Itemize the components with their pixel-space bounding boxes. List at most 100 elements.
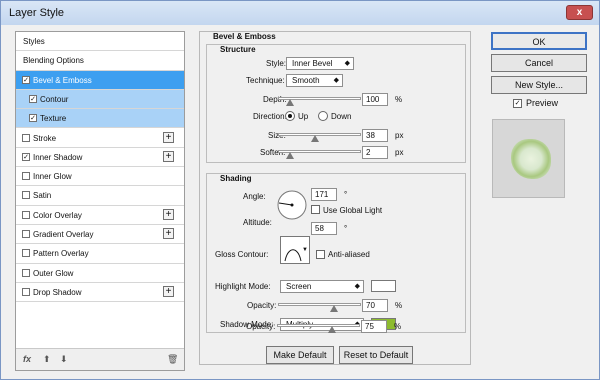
depth-input[interactable]: 100: [362, 93, 388, 106]
preview-thumbnail: [511, 139, 551, 179]
checkmark-icon[interactable]: ✓: [22, 152, 30, 161]
direction-up-radio[interactable]: [285, 111, 295, 121]
direction-label: Direction:: [253, 112, 287, 121]
style-select[interactable]: Inner Bevel ◆: [286, 57, 354, 70]
checkbox-icon[interactable]: [22, 230, 30, 238]
sidebar-item-label: Bevel & Emboss: [33, 75, 92, 85]
sidebar-item-texture[interactable]: ✓ Texture: [16, 109, 184, 129]
make-default-button[interactable]: Make Default: [266, 346, 334, 364]
checkmark-icon[interactable]: ✓: [29, 94, 37, 103]
trash-icon[interactable]: 🗑: [167, 354, 178, 365]
sidebar-item-label: Styles: [23, 37, 45, 46]
direction-down-radio[interactable]: [318, 111, 328, 121]
reset-to-default-button[interactable]: Reset to Default: [339, 346, 413, 364]
shadow-opacity-slider[interactable]: [277, 324, 360, 327]
add-drop-shadow-button[interactable]: +: [163, 285, 174, 297]
add-inner-shadow-button[interactable]: +: [163, 150, 174, 162]
shadow-opacity-input[interactable]: 75: [361, 320, 387, 333]
add-color-overlay-button[interactable]: +: [163, 208, 174, 220]
structure-heading: Structure: [220, 45, 256, 54]
soften-slider-thumb[interactable]: [286, 152, 294, 159]
ok-button[interactable]: OK: [491, 32, 587, 50]
shading-group: Shading Angle: 171 ° Use Global Light Al…: [206, 173, 466, 333]
checkbox-icon[interactable]: [22, 268, 30, 277]
add-gradient-overlay-button[interactable]: +: [163, 228, 174, 239]
checkbox-icon[interactable]: [22, 191, 30, 200]
sidebar-item-inner-glow[interactable]: Inner Glow: [16, 167, 184, 187]
title-bar: Layer Style x: [1, 1, 599, 25]
angle-dial-icon[interactable]: [275, 188, 309, 222]
sidebar-item-pattern-overlay[interactable]: Pattern Overlay: [16, 244, 184, 264]
highlight-opacity-input[interactable]: 70: [362, 299, 388, 312]
shadow-opacity-slider-thumb[interactable]: [328, 326, 336, 333]
sidebar-item-blending-options[interactable]: Blending Options: [16, 51, 184, 71]
sidebar-item-inner-shadow[interactable]: ✓ Inner Shadow +: [16, 147, 184, 168]
shadow-opacity-label: Opacity:: [246, 322, 276, 331]
sidebar-item-label: Pattern Overlay: [33, 249, 89, 259]
checkbox-icon[interactable]: [22, 172, 30, 181]
highlight-color-swatch[interactable]: [371, 280, 396, 292]
window-title: Layer Style: [9, 7, 65, 19]
technique-value: Smooth: [292, 76, 320, 85]
checkmark-icon[interactable]: ✓: [22, 75, 30, 84]
highlight-opacity-slider[interactable]: [278, 303, 361, 306]
depth-unit: %: [395, 95, 403, 104]
highlight-opacity-label: Opacity:: [247, 301, 277, 310]
sidebar-item-label: Color Overlay: [33, 210, 82, 220]
sidebar-item-outer-glow[interactable]: Outer Glow: [16, 263, 184, 283]
bevel-emboss-panel: Bevel & Emboss Structure Style: Inner Be…: [199, 31, 471, 365]
depth-slider-thumb[interactable]: [286, 99, 294, 106]
preview-label: Preview: [526, 98, 559, 108]
sidebar-item-satin[interactable]: Satin: [16, 186, 184, 206]
checkbox-icon[interactable]: [22, 249, 30, 258]
style-label: Style:: [266, 59, 287, 68]
sidebar-item-contour[interactable]: ✓ Contour: [16, 89, 184, 110]
fx-icon[interactable]: fx: [23, 354, 31, 364]
size-input[interactable]: 38: [362, 129, 388, 142]
chevron-down-icon: ▼: [302, 247, 308, 253]
new-style-button[interactable]: New Style...: [491, 76, 587, 94]
sidebar-item-label: Inner Glow: [33, 172, 72, 182]
direction-down-label: Down: [331, 112, 352, 121]
size-slider-thumb[interactable]: [311, 135, 319, 142]
altitude-input[interactable]: 58: [311, 222, 337, 235]
sidebar-item-label: Satin: [33, 191, 52, 201]
sidebar-item-color-overlay[interactable]: Color Overlay +: [16, 205, 184, 225]
technique-select[interactable]: Smooth ◆: [286, 74, 343, 87]
preview-checkbox[interactable]: ✓: [513, 99, 522, 108]
size-slider[interactable]: [278, 133, 361, 136]
move-down-icon[interactable]: ⬇: [60, 354, 68, 365]
checkbox-icon[interactable]: [22, 133, 30, 142]
close-button[interactable]: x: [566, 5, 593, 20]
sidebar-item-label: Texture: [40, 114, 67, 124]
chevron-updown-icon: ◆: [344, 60, 350, 67]
structure-group: Structure Style: Inner Bevel ◆ Technique…: [206, 44, 466, 163]
section-title: Bevel & Emboss: [213, 32, 276, 41]
cancel-button[interactable]: Cancel: [491, 54, 587, 72]
sidebar-item-bevel-emboss[interactable]: ✓ Bevel & Emboss: [16, 70, 184, 90]
style-sidebar: Styles Blending Options ✓ Bevel & Emboss…: [15, 31, 185, 371]
soften-input[interactable]: 2: [362, 146, 388, 159]
sidebar-item-label: Contour: [40, 94, 69, 104]
global-light-checkbox[interactable]: [311, 205, 320, 214]
altitude-unit: °: [344, 224, 348, 233]
chevron-updown-icon: ◆: [354, 283, 360, 290]
gloss-contour-picker[interactable]: ▼: [280, 236, 310, 264]
sidebar-item-drop-shadow[interactable]: Drop Shadow +: [16, 282, 184, 303]
sidebar-item-gradient-overlay[interactable]: Gradient Overlay +: [16, 225, 184, 245]
sidebar-item-label: Inner Shadow: [33, 152, 83, 162]
highlight-mode-select[interactable]: Screen ◆: [280, 280, 364, 293]
checkbox-icon[interactable]: [22, 210, 30, 219]
angle-input[interactable]: 171: [311, 188, 337, 201]
checkmark-icon[interactable]: ✓: [29, 114, 37, 123]
checkbox-icon[interactable]: [22, 287, 30, 296]
move-up-icon[interactable]: ⬆: [43, 354, 51, 365]
sidebar-item-stroke[interactable]: Stroke +: [16, 128, 184, 148]
anti-aliased-checkbox[interactable]: [316, 250, 325, 259]
size-unit: px: [395, 131, 404, 140]
sidebar-item-styles[interactable]: Styles: [16, 32, 184, 52]
highlight-opacity-slider-thumb[interactable]: [330, 305, 338, 312]
anti-aliased-label: Anti-aliased: [328, 250, 370, 259]
technique-label: Technique:: [246, 76, 285, 85]
add-stroke-button[interactable]: +: [163, 131, 174, 143]
